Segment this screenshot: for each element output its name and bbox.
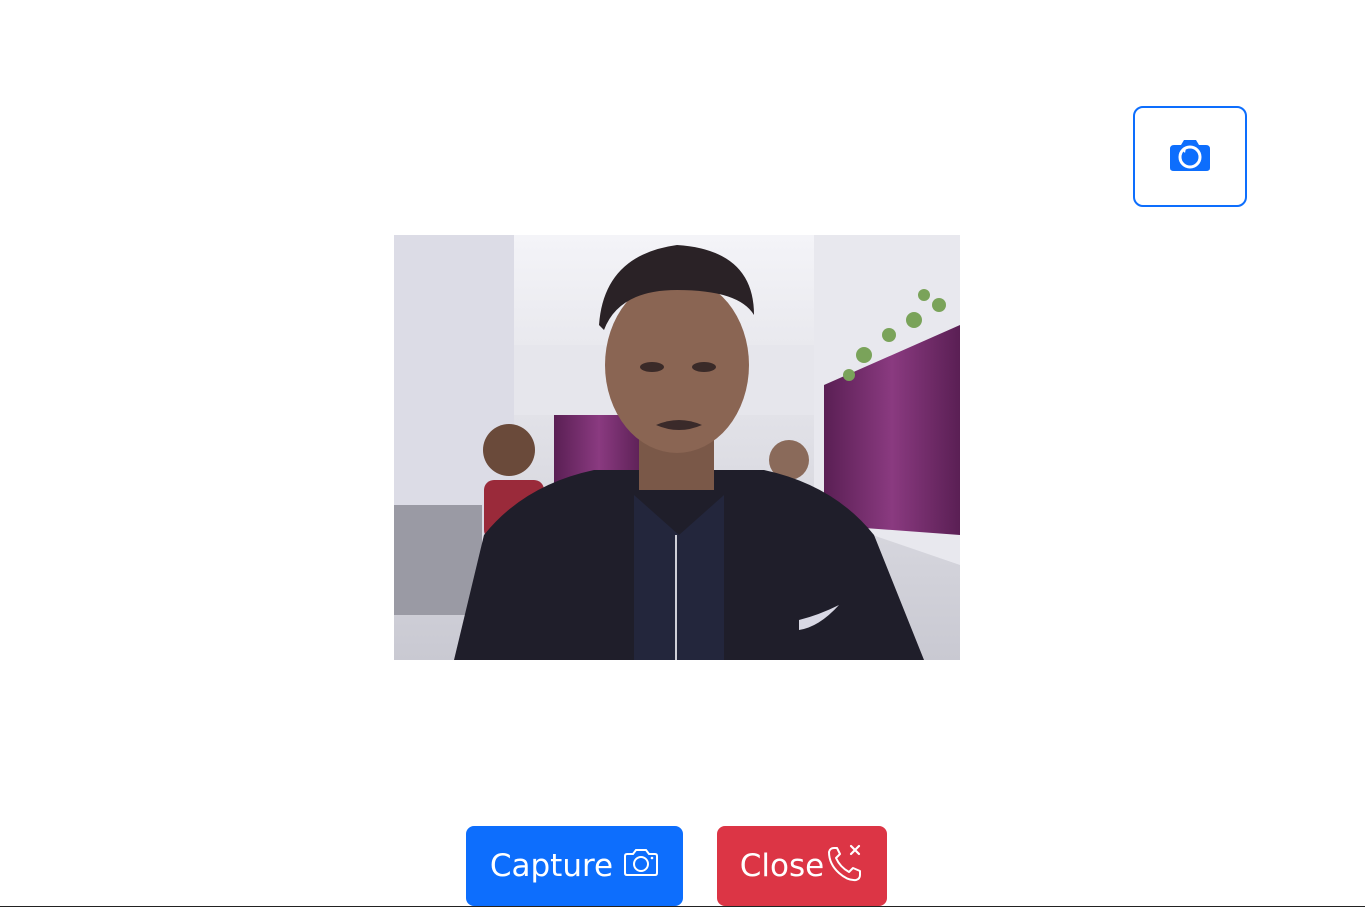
capture-button[interactable]: Capture [466,826,683,906]
close-button[interactable]: Close [717,826,887,906]
webcam-video-frame [394,235,960,660]
camera-page: Capture Close [0,0,1365,915]
bottom-divider [0,906,1365,907]
capture-label: Capture [489,848,614,884]
camera-icon [623,847,659,885]
phone-x-icon [826,842,864,890]
video-feed [394,235,960,660]
close-label: Close [739,848,825,884]
switch-camera-button[interactable] [1133,106,1247,207]
camera-reverse-icon [1168,137,1212,176]
controls-bar: Capture Close [0,826,1365,906]
